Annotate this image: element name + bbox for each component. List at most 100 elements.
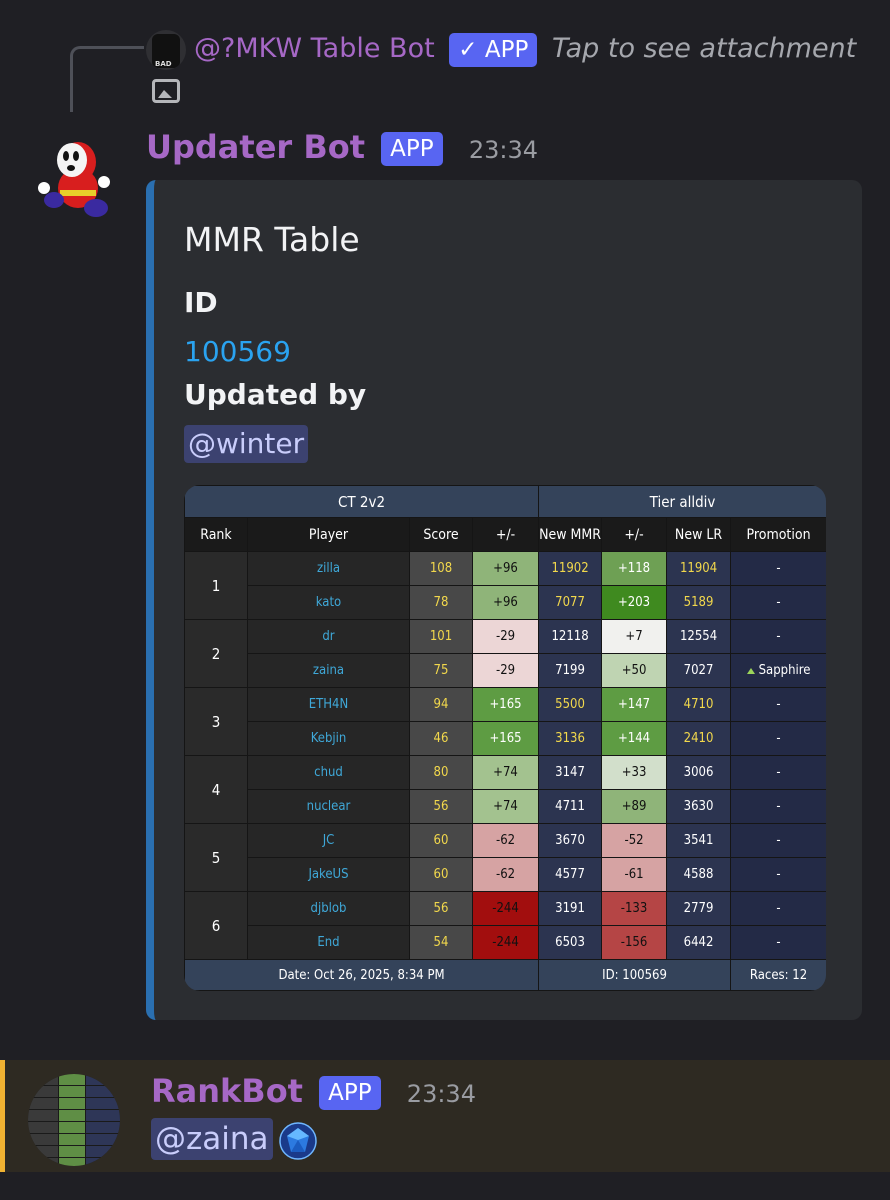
table-row: Kebjin 46 +165 3136 +144 2410- [185, 721, 826, 756]
footer-id: ID: 100569 [538, 959, 732, 991]
player-cell: zilla [247, 551, 410, 586]
score-cell: 80 [409, 755, 473, 790]
mmr-delta-cell: -244 [471, 925, 540, 960]
updated-label: Updated by [184, 378, 367, 411]
table-row: 3 ETH4N 94 +165 5500 +147 4710- [184, 687, 826, 756]
table-row: 2 dr 101 -29 12118 +7 12554- [184, 619, 826, 688]
table-row: zaina 75 -29 7199 +50 7027 Sapphire [185, 653, 826, 688]
table-row: 1 zilla 108 +96 11902 +118 11904- [184, 551, 826, 620]
promotion-cell: - [730, 619, 826, 654]
lr-delta-cell: +144 [601, 721, 668, 756]
new-mmr-cell: 7199 [538, 653, 603, 688]
new-lr-cell: 4588 [666, 857, 732, 892]
footer-races: Races: 12 [730, 959, 826, 991]
score-cell: 101 [409, 619, 473, 654]
new-mmr-cell: 4711 [538, 789, 603, 824]
player-cell: kato [247, 585, 410, 620]
rankbot-author[interactable]: RankBot [151, 1072, 303, 1110]
id-label: ID [184, 286, 218, 319]
new-mmr-cell: 3136 [538, 721, 603, 756]
rankbot-message: RankBot APP 23:34 @zaina [0, 1060, 890, 1172]
new-lr-cell: 3541 [666, 823, 732, 858]
mmr-delta-cell: -29 [471, 619, 540, 654]
message-app-badge: APP [381, 132, 443, 166]
rank-cell: 5 [184, 823, 248, 892]
updated-mention[interactable]: @winter [184, 425, 309, 463]
promotion-cell: - [730, 823, 826, 858]
new-lr-cell: 12554 [666, 619, 732, 654]
score-cell: 56 [409, 891, 473, 926]
score-cell: 94 [409, 687, 473, 722]
new-mmr-cell: 3147 [538, 755, 603, 790]
column-header: New LR [666, 517, 732, 552]
reply-avatar[interactable]: BAD [146, 29, 186, 70]
sapphire-gem-icon [279, 1122, 317, 1160]
table-right-header: Tier alldiv [538, 485, 826, 518]
mmr-delta-cell: -62 [471, 823, 540, 858]
new-mmr-cell: 6503 [538, 925, 603, 960]
lr-delta-cell: +50 [601, 653, 668, 688]
player-cell: chud [247, 755, 410, 790]
mmr-delta-cell: -29 [471, 653, 540, 688]
score-cell: 56 [409, 789, 473, 824]
table-row: 4 chud 80 +74 3147 +33 3006- [184, 755, 826, 824]
rank-cell: 4 [184, 755, 248, 824]
player-cell: nuclear [247, 789, 410, 824]
reply-app-badge: ✓ APP [449, 32, 538, 67]
new-lr-cell: 2410 [666, 721, 732, 756]
rankbot-header: RankBot APP 23:34 [151, 1068, 476, 1117]
rankbot-mention[interactable]: @zaina [151, 1118, 273, 1160]
score-cell: 78 [409, 585, 473, 620]
table-row: kato 78 +96 7077 +203 5189- [185, 585, 826, 620]
player-cell: zaina [247, 653, 410, 688]
lr-delta-cell: +7 [601, 619, 668, 654]
column-header: Rank [184, 517, 248, 552]
new-lr-cell: 4710 [666, 687, 732, 722]
column-header: New MMR [538, 517, 603, 552]
promotion-cell: - [730, 789, 826, 824]
lr-delta-cell: -61 [601, 857, 668, 892]
new-lr-cell: 7027 [666, 653, 732, 688]
reply-snippet[interactable]: Tap to see attachment [552, 33, 856, 64]
table-row: End 54 -244 6503 -156 6442- [185, 925, 826, 960]
rankbot-app-badge: APP [319, 1076, 381, 1110]
rank-cell: 6 [184, 891, 248, 960]
message-author[interactable]: Updater Bot [146, 128, 365, 166]
promotion-cell: - [730, 721, 826, 756]
column-header: Score [409, 517, 473, 552]
new-mmr-cell: 4577 [538, 857, 603, 892]
new-mmr-cell: 3191 [538, 891, 603, 926]
rankbot-timestamp[interactable]: 23:34 [407, 1080, 476, 1108]
rank-cell: 3 [184, 687, 248, 756]
player-cell: dr [247, 619, 410, 654]
promotion-cell: - [730, 891, 826, 926]
rank-cell: 1 [184, 551, 248, 620]
player-cell: djblob [247, 891, 410, 926]
mmr-delta-cell: -62 [471, 857, 540, 892]
new-mmr-cell: 11902 [538, 551, 603, 586]
mmr-delta-cell: +165 [471, 721, 540, 756]
lr-delta-cell: -133 [601, 891, 668, 926]
score-cell: 60 [409, 857, 473, 892]
id-value: 100569 [184, 335, 291, 368]
mmr-delta-cell: -244 [471, 891, 540, 926]
table-row: nuclear 56 +74 4711 +89 3630- [185, 789, 826, 824]
mmr-delta-cell: +96 [471, 551, 540, 586]
message-timestamp[interactable]: 23:34 [469, 136, 538, 164]
reply-author[interactable]: @?MKW Table Bot [194, 33, 435, 64]
new-mmr-cell: 3670 [538, 823, 603, 858]
score-cell: 54 [409, 925, 473, 960]
promotion-cell: - [730, 857, 826, 892]
new-lr-cell: 3006 [666, 755, 732, 790]
new-mmr-cell: 12118 [538, 619, 603, 654]
mmr-table-image[interactable]: CT 2v2 Tier alldiv Rank Player Score +/- New… [184, 485, 826, 991]
footer-date: Date: Oct 26, 2025, 8:34 PM [184, 959, 540, 991]
player-cell: JakeUS [247, 857, 410, 892]
reply-connector [70, 46, 144, 112]
shy-guy-avatar[interactable] [34, 132, 114, 222]
promotion-label: Sapphire [758, 663, 811, 678]
lr-delta-cell: +33 [601, 755, 668, 790]
score-cell: 108 [409, 551, 473, 586]
reply-preview[interactable]: BAD @?MKW Table Bot ✓ APP Tap to see atta… [146, 28, 866, 111]
rankbot-avatar[interactable] [28, 1074, 120, 1166]
